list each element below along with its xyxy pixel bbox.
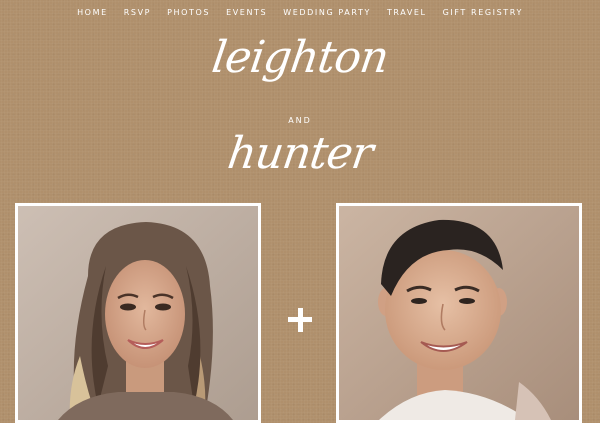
nav-home[interactable]: HOME (69, 8, 116, 17)
nav-wedding-party[interactable]: WEDDING PARTY (275, 8, 379, 17)
first-name: leighton (208, 32, 392, 83)
nav-gift-registry[interactable]: GIFT REGISTRY (435, 8, 531, 17)
plus-icon (286, 306, 314, 334)
second-name: hunter (224, 128, 376, 179)
and-text: AND (288, 116, 312, 125)
nav-events[interactable]: EVENTS (218, 8, 275, 17)
nav-travel[interactable]: TRAVEL (379, 8, 435, 17)
groom-portrait-image (339, 206, 579, 420)
couple-logo: leighton AND hunter (200, 28, 400, 193)
nav-photos[interactable]: PHOTOS (159, 8, 218, 17)
main-navigation: HOME RSVP PHOTOS EVENTS WEDDING PARTY TR… (0, 8, 600, 17)
nav-rsvp[interactable]: RSVP (116, 8, 159, 17)
bride-photo (15, 203, 261, 423)
bride-portrait-image (18, 206, 258, 420)
groom-photo (336, 203, 582, 423)
